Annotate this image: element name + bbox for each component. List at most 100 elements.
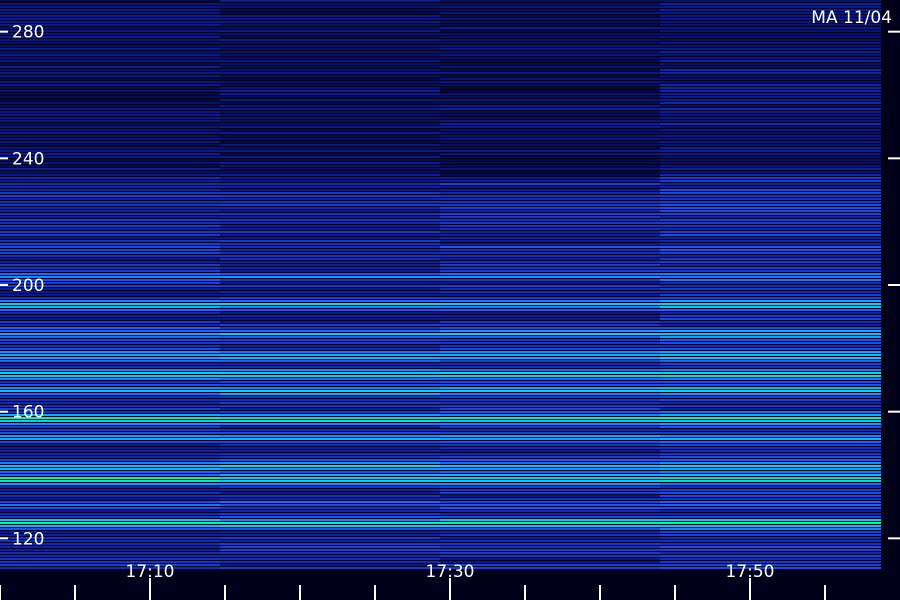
intensity-band [660,372,881,374]
intensity-band [660,513,881,515]
intensity-band [220,156,441,158]
intensity-band [0,228,221,230]
intensity-band [220,474,441,476]
intensity-band [220,408,441,410]
intensity-band [220,99,441,101]
intensity-band [660,354,881,356]
y-tick-label: 240 [12,149,44,169]
intensity-band [440,69,661,71]
intensity-band [220,15,441,17]
intensity-band [660,417,881,419]
intensity-band [440,54,661,56]
intensity-band [440,489,661,491]
intensity-band [660,414,881,416]
intensity-band [660,228,881,230]
intensity-band [660,477,881,479]
intensity-band [660,456,881,458]
intensity-band [660,198,881,200]
intensity-band [0,336,221,338]
intensity-band [440,138,661,140]
intensity-band [660,171,881,173]
intensity-band [660,213,881,215]
intensity-band [220,222,441,224]
intensity-band [0,312,221,314]
intensity-band [0,3,221,5]
intensity-band [0,480,221,482]
intensity-band [220,513,441,515]
intensity-band [220,471,441,473]
intensity-band [220,381,441,383]
intensity-band [440,159,661,161]
intensity-band [220,108,441,110]
intensity-band [220,366,441,368]
intensity-band [0,57,221,59]
intensity-band [660,429,881,431]
intensity-band [660,378,881,380]
intensity-band [440,264,661,266]
intensity-band [440,102,661,104]
intensity-band [220,174,441,176]
intensity-band [440,84,661,86]
intensity-band [0,246,221,248]
intensity-band [220,447,441,449]
intensity-band [0,177,221,179]
intensity-band [440,324,661,326]
intensity-band [220,462,441,464]
intensity-band [220,270,441,272]
intensity-band [440,453,661,455]
intensity-band [0,321,221,323]
intensity-band [660,267,881,269]
intensity-band [220,159,441,161]
intensity-band [220,441,441,443]
intensity-band [660,90,881,92]
intensity-band [440,207,661,209]
intensity-band [440,465,661,467]
intensity-band [440,60,661,62]
intensity-band [660,54,881,56]
intensity-band [0,117,221,119]
intensity-band [660,345,881,347]
intensity-band [660,138,881,140]
intensity-band [440,15,661,17]
intensity-band [0,471,221,473]
intensity-band [0,495,221,497]
intensity-band [0,45,221,47]
intensity-band [660,3,881,5]
intensity-band [660,294,881,296]
intensity-band [660,396,881,398]
intensity-band [660,60,881,62]
intensity-band [440,255,661,257]
intensity-band [440,339,661,341]
intensity-band [440,426,661,428]
intensity-band [440,462,661,464]
intensity-band [220,135,441,137]
intensity-band [440,210,661,212]
intensity-band [0,9,221,11]
intensity-band [440,513,661,515]
intensity-band [220,501,441,503]
intensity-band [220,117,441,119]
intensity-band [220,312,441,314]
intensity-band [220,306,441,308]
intensity-band [440,381,661,383]
intensity-band [440,441,661,443]
intensity-band [660,180,881,182]
intensity-band [220,66,441,68]
intensity-band [220,321,441,323]
intensity-band [0,492,221,494]
intensity-band [660,168,881,170]
intensity-band [440,75,661,77]
intensity-band [440,213,661,215]
intensity-band [0,210,221,212]
intensity-band [0,96,221,98]
intensity-band [440,501,661,503]
intensity-band [0,198,221,200]
intensity-band [220,288,441,290]
y-tick-label: 160 [12,403,44,423]
intensity-band [220,318,441,320]
intensity-band [440,483,661,485]
intensity-band [660,39,881,41]
intensity-band [440,30,661,32]
intensity-band [660,255,881,257]
intensity-band [0,135,221,137]
